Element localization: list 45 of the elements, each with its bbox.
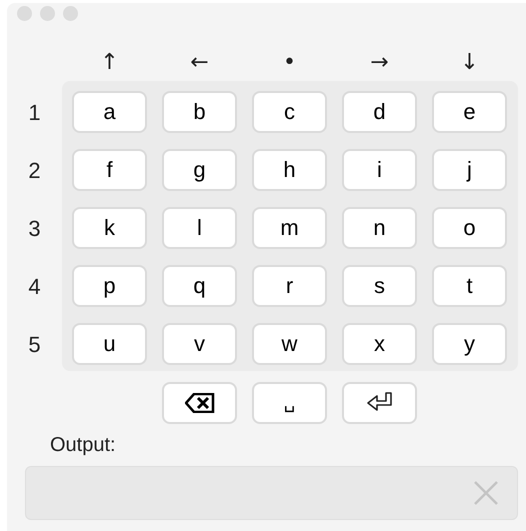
letter-key[interactable]: a [72,91,147,133]
row-label: 3 [28,214,41,242]
space-key[interactable]: ␣ [252,382,327,424]
letter-key[interactable]: n [342,207,417,249]
output-label: Output: [50,433,116,458]
minimize-button[interactable] [40,6,55,21]
backspace-key[interactable] [162,382,237,424]
letter-key[interactable]: l [162,207,237,249]
letter-key[interactable]: g [162,149,237,191]
row-label: 2 [28,156,41,184]
column-header: ↓ [460,48,479,76]
row-label: 4 [28,272,41,300]
column-header: • [283,48,296,76]
letter-key[interactable]: x [342,323,417,365]
letter-key[interactable]: k [72,207,147,249]
letter-key[interactable]: u [72,323,147,365]
letter-key[interactable]: m [252,207,327,249]
backspace-icon [184,393,214,413]
column-header: ↑ [100,48,119,76]
letter-key[interactable]: c [252,91,327,133]
letter-key[interactable]: d [342,91,417,133]
letter-key[interactable]: q [162,265,237,307]
letter-key[interactable]: v [162,323,237,365]
row-label: 5 [28,330,41,358]
letter-key[interactable]: y [432,323,507,365]
output-field[interactable] [25,466,518,520]
letter-key[interactable]: s [342,265,417,307]
letter-key[interactable]: w [252,323,327,365]
letter-key[interactable]: f [72,149,147,191]
letter-key[interactable]: r [252,265,327,307]
letter-key[interactable]: t [432,265,507,307]
close-button[interactable] [17,6,32,21]
letter-key[interactable]: e [432,91,507,133]
zoom-button[interactable] [63,6,78,21]
letter-key[interactable]: o [432,207,507,249]
letter-key[interactable]: b [162,91,237,133]
letter-key[interactable]: i [342,149,417,191]
clear-icon[interactable] [473,480,499,506]
row-label: 1 [28,98,41,126]
letter-key[interactable]: h [252,149,327,191]
letter-key[interactable]: p [72,265,147,307]
return-key[interactable] [342,382,417,424]
column-header: ← [190,48,209,76]
column-header: → [370,48,389,76]
letter-key[interactable]: j [432,149,507,191]
